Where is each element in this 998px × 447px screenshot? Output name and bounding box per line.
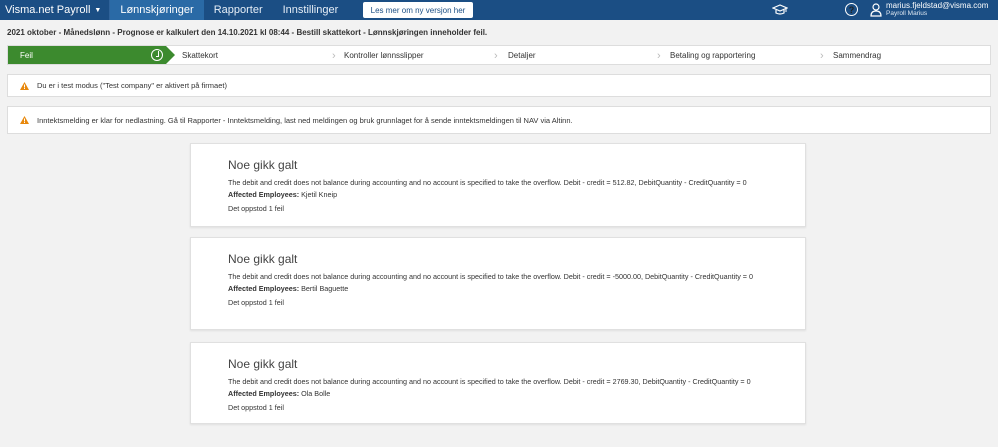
chevron-down-icon: ▼: [94, 6, 102, 14]
error-count: Det oppstod 1 feil: [228, 403, 284, 412]
step-sammendrag[interactable]: Sammendrag: [833, 46, 881, 64]
affected-employees-label: Affected Employees:: [228, 284, 300, 293]
step-detaljer[interactable]: Detaljer: [508, 46, 536, 64]
user-email[interactable]: marius.fjeldstad@visma.com: [886, 2, 988, 10]
error-message: The debit and credit does not balance du…: [228, 272, 753, 281]
error-message: The debit and credit does not balance du…: [228, 377, 751, 386]
affected-employees-value: Ola Bolle: [301, 389, 331, 398]
affected-employees-label: Affected Employees:: [228, 389, 300, 398]
error-title: Noe gikk galt: [228, 158, 298, 172]
error-card: Noe gikk galt The debit and credit does …: [190, 237, 806, 330]
step-separator-icon: ›: [820, 50, 824, 62]
error-message: The debit and credit does not balance du…: [228, 178, 747, 187]
app-switcher[interactable]: Visma.net Payroll ▼: [0, 0, 111, 20]
affected-employees-value: Bertil Baguette: [301, 284, 349, 293]
error-count: Det oppstod 1 feil: [228, 298, 284, 307]
app-title: Visma.net Payroll: [5, 4, 91, 16]
step-separator-icon: ›: [332, 50, 336, 62]
step-feil-arrow: [166, 46, 175, 64]
affected-employees: Affected Employees: Bertil Baguette: [228, 283, 768, 294]
error-title: Noe gikk galt: [228, 357, 298, 371]
step-separator-icon: ›: [657, 50, 661, 62]
payroll-run-title: 2021 oktober - Månedslønn - Prognose er …: [7, 28, 488, 37]
step-separator-icon: ›: [494, 50, 498, 62]
new-version-button[interactable]: Les mer om ny versjon her: [363, 2, 473, 18]
step-feil[interactable]: Feil: [20, 46, 33, 64]
affected-employees-value: Kjetil Kneip: [301, 190, 338, 199]
graduation-cap-icon[interactable]: [771, 2, 789, 18]
error-count: Det oppstod 1 feil: [228, 204, 284, 213]
warning-icon: [20, 116, 29, 124]
error-title: Noe gikk galt: [228, 252, 298, 266]
inntektsmelding-alert: Inntektsmelding er klar for nedlastning.…: [7, 106, 991, 134]
tab-innstillinger[interactable]: Innstillinger: [273, 0, 349, 20]
help-icon[interactable]: ?: [845, 3, 858, 16]
error-card: Noe gikk galt The debit and credit does …: [190, 342, 806, 424]
affected-employees-label: Affected Employees:: [228, 190, 300, 199]
tab-lonnskjoringer[interactable]: Lønnskjøringer: [110, 0, 204, 20]
user-name: Payroll Marius: [886, 10, 928, 17]
affected-employees: Affected Employees: Ola Bolle: [228, 388, 768, 399]
test-mode-alert: Du er i test modus ("Test company" er ak…: [7, 74, 991, 97]
step-betaling-og-rapportering[interactable]: Betaling og rapportering: [670, 46, 755, 64]
step-kontroller-lonnsslipper[interactable]: Kontroller lønnsslipper: [344, 46, 424, 64]
alert-text: Inntektsmelding er klar for nedlastning.…: [37, 115, 573, 125]
progress-stepper: Feil Skattekort › Kontroller lønnsslippe…: [7, 45, 991, 65]
tab-rapporter[interactable]: Rapporter: [204, 0, 273, 20]
alert-text: Du er i test modus ("Test company" er ak…: [37, 81, 227, 90]
step-skattekort[interactable]: Skattekort: [182, 46, 218, 64]
affected-employees: Affected Employees: Kjetil Kneip: [228, 189, 768, 200]
user-icon[interactable]: [870, 3, 882, 17]
error-card: Noe gikk galt The debit and credit does …: [190, 143, 806, 227]
clock-icon: [151, 49, 163, 61]
warning-icon: [20, 81, 29, 90]
